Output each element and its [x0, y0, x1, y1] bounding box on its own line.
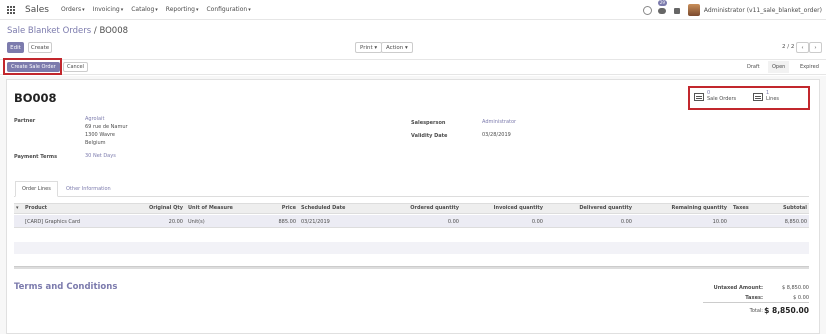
- menu-invoicing[interactable]: Invoicing▾: [93, 6, 124, 13]
- caret-down-icon: ▾: [82, 7, 85, 13]
- salesperson-label: Salesperson: [411, 120, 446, 126]
- col-scheduled-date[interactable]: Scheduled Date: [301, 205, 345, 211]
- cell-unit-of-measure: Unit(s): [188, 219, 205, 225]
- cell-price: 885.00: [278, 219, 297, 225]
- breadcrumb: Sale Blanket Orders / BO008: [7, 26, 128, 36]
- cell-delivered-quantity: 0.00: [620, 219, 632, 225]
- partner-address-line: 69 rue de Namur: [85, 124, 128, 130]
- form-statusbar: [0, 59, 826, 75]
- app-brand: Sales: [25, 4, 49, 15]
- chat-icon: [657, 7, 666, 14]
- cell-product: [CARD] Graphics Card: [25, 219, 81, 225]
- breadcrumb-current: BO008: [99, 26, 129, 36]
- cell-remaining-quantity: 10.00: [712, 219, 727, 225]
- caret-down-icon: ▾: [248, 7, 251, 13]
- menu-configuration[interactable]: Configuration▾: [206, 6, 250, 13]
- terms-and-conditions-heading: Terms and Conditions: [14, 282, 118, 292]
- partner-label: Partner: [14, 118, 36, 124]
- tab-other-information[interactable]: Other Information: [60, 181, 117, 197]
- pager-previous-button[interactable]: ‹: [796, 42, 809, 53]
- col-subtotal[interactable]: Subtotal: [765, 205, 807, 211]
- cell-scheduled-date: 03/21/2019: [301, 219, 330, 225]
- pager-value[interactable]: 2 / 2: [782, 44, 794, 50]
- gift-icon: [673, 7, 680, 14]
- col-invoiced-quantity[interactable]: Invoiced quantity: [470, 205, 543, 211]
- user-avatar[interactable]: [687, 4, 700, 16]
- validity-date-value: 03/28/2019: [482, 132, 511, 138]
- caret-down-icon: ▾: [155, 7, 158, 13]
- gift-menu[interactable]: [673, 6, 682, 15]
- payment-terms-label: Payment Terms: [14, 154, 58, 160]
- user-menu[interactable]: Administrator (v11_sale_blanket_order): [704, 7, 822, 14]
- tab-order-lines[interactable]: Order Lines: [15, 181, 58, 197]
- col-unit-of-measure[interactable]: Unit of Measure: [188, 205, 233, 211]
- chevron-right-icon: ›: [814, 44, 817, 51]
- chevron-left-icon: ‹: [801, 44, 804, 51]
- partner-link[interactable]: Agrolait: [85, 116, 104, 124]
- cell-invoiced-quantity: 0.00: [531, 219, 543, 225]
- stage-expired[interactable]: Expired: [796, 61, 823, 73]
- stage-draft[interactable]: Draft: [743, 61, 764, 73]
- print-dropdown[interactable]: Print ▾: [355, 42, 383, 53]
- payment-terms-link[interactable]: 30 Net Days: [85, 153, 116, 161]
- col-product[interactable]: Product: [25, 205, 47, 211]
- partner-address-line: 1300 Wavre: [85, 132, 115, 138]
- totals-divider: [703, 302, 809, 303]
- col-taxes[interactable]: Taxes: [733, 205, 749, 211]
- menu-orders[interactable]: Orders▾: [61, 6, 85, 13]
- empty-table-row: [14, 242, 809, 254]
- cell-subtotal: 8,850.00: [784, 219, 807, 225]
- col-delivered-quantity[interactable]: Delivered quantity: [550, 205, 632, 211]
- highlight-box-create-sale-order: [3, 58, 62, 75]
- cell-original-qty: 20.00: [168, 219, 183, 225]
- col-price[interactable]: Price: [255, 205, 296, 211]
- table-footer: [14, 266, 809, 269]
- taxes-value: $ 0.00: [793, 295, 809, 301]
- untaxed-amount-label: Untaxed Amount:: [713, 285, 763, 291]
- messaging-menu[interactable]: 29: [657, 0, 667, 15]
- create-button[interactable]: Create: [28, 42, 52, 53]
- caret-down-icon: ▾: [120, 7, 124, 13]
- cell-ordered-quantity: 0.00: [447, 219, 459, 225]
- top-navbar: Sales Orders▾ Invoicing▾ Catalog▾ Report…: [0, 0, 826, 20]
- col-original-qty[interactable]: Original Qty: [123, 205, 183, 211]
- salesperson-link[interactable]: Administrator: [482, 119, 516, 127]
- apps-menu-icon[interactable]: [7, 5, 15, 14]
- caret-down-icon: ▾: [404, 44, 408, 51]
- edit-button[interactable]: Edit: [7, 42, 24, 53]
- col-remaining-quantity[interactable]: Remaining quantity: [640, 205, 727, 211]
- action-dropdown[interactable]: Action ▾: [381, 42, 413, 53]
- highlight-box-smart-buttons: [688, 86, 810, 110]
- menu-reporting[interactable]: Reporting▾: [166, 6, 199, 13]
- untaxed-amount-value: $ 8,850.00: [781, 285, 809, 291]
- total-label: Total:: [749, 308, 763, 314]
- menu-catalog[interactable]: Catalog▾: [131, 6, 158, 13]
- notebook-tab-line: [14, 196, 809, 197]
- stage-open[interactable]: Open: [768, 61, 790, 73]
- caret-down-icon: ▾: [374, 44, 378, 51]
- record-title: BO008: [14, 91, 57, 105]
- taxes-label: Taxes:: [745, 295, 763, 301]
- chat-counter-badge: 29: [657, 0, 667, 6]
- caret-down-icon: ▾: [195, 7, 199, 13]
- validity-date-label: Validity Date: [411, 133, 448, 139]
- activity-clock-icon[interactable]: [642, 5, 652, 15]
- breadcrumb-parent-link[interactable]: Sale Blanket Orders: [7, 26, 91, 36]
- cancel-button[interactable]: Cancel: [63, 62, 88, 72]
- col-ordered-quantity[interactable]: Ordered quantity: [390, 205, 459, 211]
- pager-next-button[interactable]: ›: [809, 42, 822, 53]
- total-value: $ 8,850.00: [764, 306, 809, 315]
- partner-address-line: Belgium: [85, 140, 106, 146]
- sort-caret-icon: ▾: [16, 205, 19, 211]
